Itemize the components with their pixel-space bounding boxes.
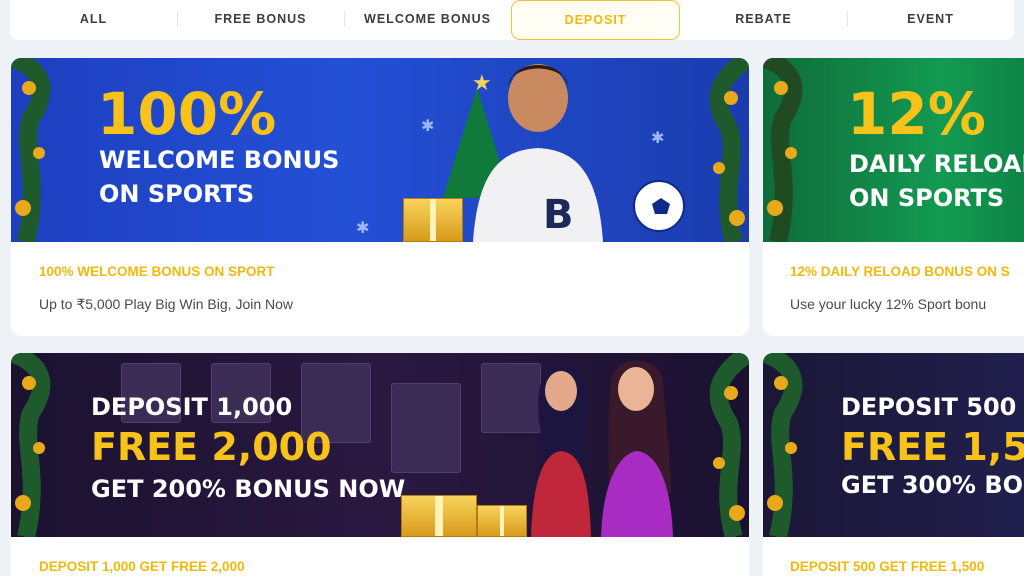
promo-title[interactable]: DEPOSIT 500 GET FREE 1,500 — [790, 559, 984, 574]
tab-rebate[interactable]: REBATE — [680, 0, 847, 40]
snowflake-icon: ✱ — [651, 130, 665, 147]
promo-description: Use your lucky 12% Sport bonu — [790, 296, 987, 312]
promo-title[interactable]: 100% WELCOME BONUS ON SPORT — [39, 264, 275, 279]
banner-line-2: GET 300% BO — [841, 471, 1024, 499]
promo-card-daily-reload[interactable]: 12% DAILY RELOAD ON SPORTS 12% DAILY REL… — [763, 58, 1024, 336]
slot-machine-icon — [391, 383, 461, 473]
tab-free-bonus[interactable]: FREE BONUS — [177, 0, 344, 40]
gift-box-icon — [401, 495, 477, 537]
soccer-ball-icon — [633, 180, 685, 232]
banner-line-1: DEPOSIT 1,000 — [91, 393, 293, 421]
promo-title[interactable]: DEPOSIT 1,000 GET FREE 2,000 — [39, 559, 245, 574]
promo-card-deposit-500[interactable]: DEPOSIT 500 FREE 1,50 GET 300% BO DEPOSI… — [763, 353, 1024, 576]
banner-line-2: GET 200% BONUS NOW — [91, 475, 406, 503]
tab-deposit[interactable]: DEPOSIT — [511, 0, 680, 40]
player-illustration: B — [473, 64, 603, 242]
banner-big-text: 100% — [97, 80, 277, 148]
promo-banner[interactable]: 12% DAILY RELOAD ON SPORTS — [763, 58, 1024, 242]
garland-decoration — [709, 58, 749, 242]
promo-banner[interactable]: DEPOSIT 1,000 FREE 2,000 GET 200% BONUS … — [11, 353, 749, 537]
banner-big-text: FREE 1,50 — [841, 425, 1024, 469]
tab-welcome-bonus[interactable]: WELCOME BONUS — [344, 0, 511, 40]
banner-line-1: WELCOME BONUS — [99, 146, 340, 174]
garland-decoration — [763, 58, 803, 242]
garland-decoration — [11, 353, 51, 537]
promo-description: Up to ₹5,000 Play Big Win Big, Join Now — [39, 296, 294, 312]
tab-event[interactable]: EVENT — [847, 0, 1014, 40]
garland-decoration — [11, 58, 51, 242]
snowflake-icon: ✱ — [421, 118, 435, 135]
banner-big-text: 12% — [847, 80, 986, 148]
banner-line-1: DAILY RELOAD — [849, 150, 1024, 178]
promo-card-deposit-1000[interactable]: DEPOSIT 1,000 FREE 2,000 GET 200% BONUS … — [11, 353, 749, 576]
svg-text:B: B — [543, 192, 574, 238]
banner-big-text: FREE 2,000 — [91, 425, 332, 469]
promo-banner[interactable]: 100% WELCOME BONUS ON SPORTS ★ ✱ ✱ ✱ B — [11, 58, 749, 242]
gift-box-icon — [403, 198, 463, 242]
banner-line-2: ON SPORTS — [849, 184, 1005, 212]
snowflake-icon: ✱ — [356, 220, 370, 237]
banner-line-1: DEPOSIT 500 — [841, 393, 1017, 421]
gift-box-icon — [477, 505, 527, 537]
promo-card-welcome-sports[interactable]: 100% WELCOME BONUS ON SPORTS ★ ✱ ✱ ✱ B 1… — [11, 58, 749, 336]
dealers-illustration — [531, 360, 673, 537]
promo-title[interactable]: 12% DAILY RELOAD BONUS ON S — [790, 264, 1010, 279]
garland-decoration — [709, 353, 749, 537]
banner-line-2: ON SPORTS — [99, 180, 255, 208]
tab-all[interactable]: ALL — [10, 0, 177, 40]
garland-decoration — [763, 353, 803, 537]
promo-banner[interactable]: DEPOSIT 500 FREE 1,50 GET 300% BO — [763, 353, 1024, 537]
promo-tabs: ALL FREE BONUS WELCOME BONUS DEPOSIT REB… — [10, 0, 1014, 40]
